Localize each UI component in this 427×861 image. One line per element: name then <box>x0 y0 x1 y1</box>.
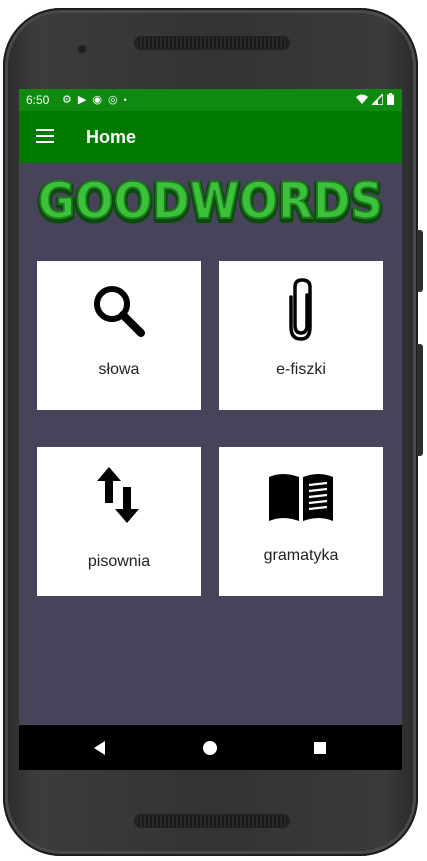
bottom-speaker <box>134 814 290 828</box>
tile-label: e-fiszki <box>276 361 326 378</box>
shield-icon: ◉ <box>92 94 102 106</box>
app-screen: 6:50 ⚙ ▶ ◉ ◎ • Home GOODWORDS GOODWORDS … <box>19 89 402 770</box>
goodwords-logo: GOODWORDS GOODWORDS <box>35 172 386 234</box>
play-store-icon: ▶ <box>77 94 87 106</box>
status-bar: 6:50 ⚙ ▶ ◉ ◎ • <box>19 89 402 111</box>
paperclip-icon <box>289 278 312 341</box>
app-bar: Home <box>19 111 402 163</box>
tile-pisownia[interactable]: pisownia <box>37 447 201 596</box>
notification-icons: ⚙ ▶ ◉ ◎ • <box>62 93 127 107</box>
tile-e-fiszki[interactable]: e-fiszki <box>219 261 383 410</box>
search-icon <box>94 286 145 337</box>
earpiece-speaker <box>134 36 290 50</box>
system-nav-bar <box>19 725 402 770</box>
system-icons <box>356 93 394 105</box>
swap-vertical-icon <box>97 467 139 523</box>
tile-label: pisownia <box>87 553 151 570</box>
tile-gramatyka[interactable]: gramatyka <box>219 447 383 596</box>
tile-slowa[interactable]: słowa <box>37 261 201 410</box>
home-icon[interactable] <box>201 739 219 757</box>
svg-text:GOODWORDS: GOODWORDS <box>38 172 383 230</box>
at-icon: ◎ <box>107 94 118 106</box>
status-time: 6:50 <box>26 93 50 107</box>
wifi-icon <box>356 94 368 104</box>
recents-icon[interactable] <box>311 739 329 757</box>
tile-label: słowa <box>98 361 140 378</box>
back-icon[interactable] <box>91 739 109 757</box>
signal-icon <box>372 93 383 105</box>
volume-button <box>417 230 423 292</box>
power-button <box>417 344 423 456</box>
front-camera <box>77 44 87 54</box>
battery-icon <box>387 93 394 105</box>
tile-label: gramatyka <box>263 547 339 564</box>
book-icon <box>269 474 333 521</box>
settings-icon: ⚙ <box>62 94 72 106</box>
hamburger-menu-icon[interactable] <box>36 129 54 143</box>
page-title: Home <box>86 127 137 147</box>
dot-icon: • <box>123 95 127 105</box>
